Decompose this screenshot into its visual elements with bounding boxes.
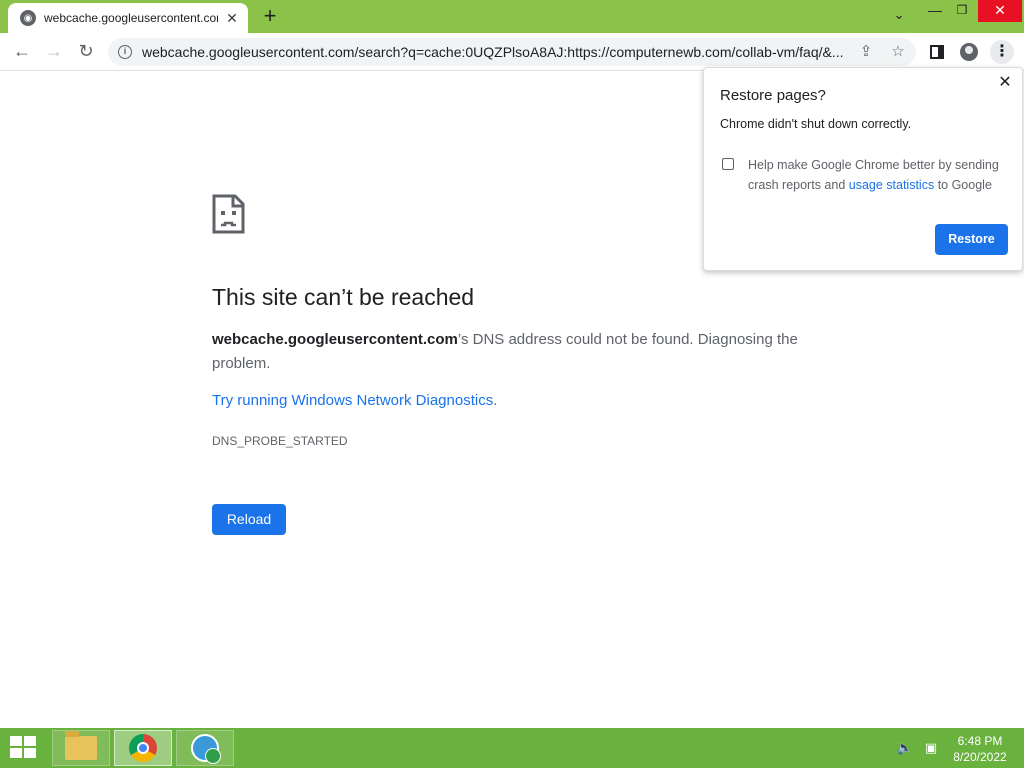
forward-arrow-icon[interactable]: → <box>42 40 66 64</box>
browser-toolbar: ← → ↻ i webcache.googleusercontent.com/s… <box>0 33 1024 71</box>
error-code: DNS_PROBE_STARTED <box>212 434 348 448</box>
error-message: webcache.googleusercontent.com’s DNS add… <box>212 328 812 376</box>
restore-window-button[interactable]: ❐ <box>947 0 977 22</box>
bubble-title: Restore pages? <box>720 87 826 104</box>
clock-date: 8/20/2022 <box>953 750 1007 764</box>
reload-button[interactable]: Reload <box>212 504 286 535</box>
restore-button[interactable]: Restore <box>935 224 1008 255</box>
sad-document-icon <box>212 194 245 234</box>
share-icon[interactable]: ⇪ <box>856 42 876 62</box>
tab-title: webcache.googleusercontent.com/search?q=… <box>44 11 218 25</box>
tab-search-chevron-icon[interactable]: ⌄ <box>889 7 909 27</box>
network-diagnostics-link[interactable]: Try running Windows Network Diagnostics <box>212 392 493 409</box>
reload-icon[interactable]: ↻ <box>74 40 98 64</box>
chrome-taskbar-button[interactable] <box>114 730 172 766</box>
browser-tab[interactable]: ◉ webcache.googleusercontent.com/search?… <box>8 3 248 33</box>
tab-close-icon[interactable]: ✕ <box>224 10 240 26</box>
vm-app-taskbar-button[interactable] <box>176 730 234 766</box>
url-text[interactable]: webcache.googleusercontent.com/search?q=… <box>142 44 846 60</box>
back-arrow-icon[interactable]: ← <box>10 40 34 64</box>
globe-icon: ◉ <box>20 10 36 26</box>
checkbox-text-after: to Google <box>934 178 992 192</box>
tab-strip: ◉ webcache.googleusercontent.com/search?… <box>0 0 1024 33</box>
minimize-button[interactable]: — <box>920 0 950 22</box>
usage-statistics-link[interactable]: usage statistics <box>849 178 934 192</box>
bubble-close-icon[interactable]: ✕ <box>996 74 1014 92</box>
error-host: webcache.googleusercontent.com <box>212 331 458 348</box>
new-tab-button[interactable]: + <box>258 5 282 29</box>
windows-start-icon[interactable] <box>10 736 38 760</box>
suggestion-period: . <box>493 392 498 409</box>
taskbar: 🔈 ▣ 6:48 PM 8/20/2022 <box>0 728 1024 768</box>
bookmark-star-icon[interactable]: ☆ <box>888 42 908 62</box>
bubble-message: Chrome didn't shut down correctly. <box>720 117 912 131</box>
vm-app-icon <box>191 734 221 764</box>
crash-reports-checkbox[interactable] <box>722 158 734 170</box>
chrome-icon <box>129 734 157 762</box>
kebab-menu-icon[interactable]: ⋮ <box>990 40 1014 64</box>
clock-time: 6:48 PM <box>957 734 1003 748</box>
error-title: This site can’t be reached <box>212 284 475 310</box>
close-window-button[interactable]: ✕ <box>978 0 1022 22</box>
file-explorer-taskbar-button[interactable] <box>52 730 110 766</box>
side-panel-icon[interactable] <box>926 41 948 63</box>
site-info-icon[interactable]: i <box>118 45 132 59</box>
restore-pages-bubble: ✕ Restore pages? Chrome didn't shut down… <box>703 67 1023 271</box>
address-bar[interactable]: i webcache.googleusercontent.com/search?… <box>108 38 916 66</box>
folder-icon <box>65 731 97 760</box>
volume-muted-icon[interactable]: 🔈 <box>896 740 914 756</box>
crash-reports-label: Help make Google Chrome better by sendin… <box>748 155 1008 195</box>
network-icon[interactable]: ▣ <box>922 740 940 756</box>
system-clock[interactable]: 6:48 PM 8/20/2022 <box>944 733 1016 765</box>
suggestion: Try running Windows Network Diagnostics. <box>212 392 497 409</box>
profile-avatar-icon[interactable] <box>958 41 980 63</box>
